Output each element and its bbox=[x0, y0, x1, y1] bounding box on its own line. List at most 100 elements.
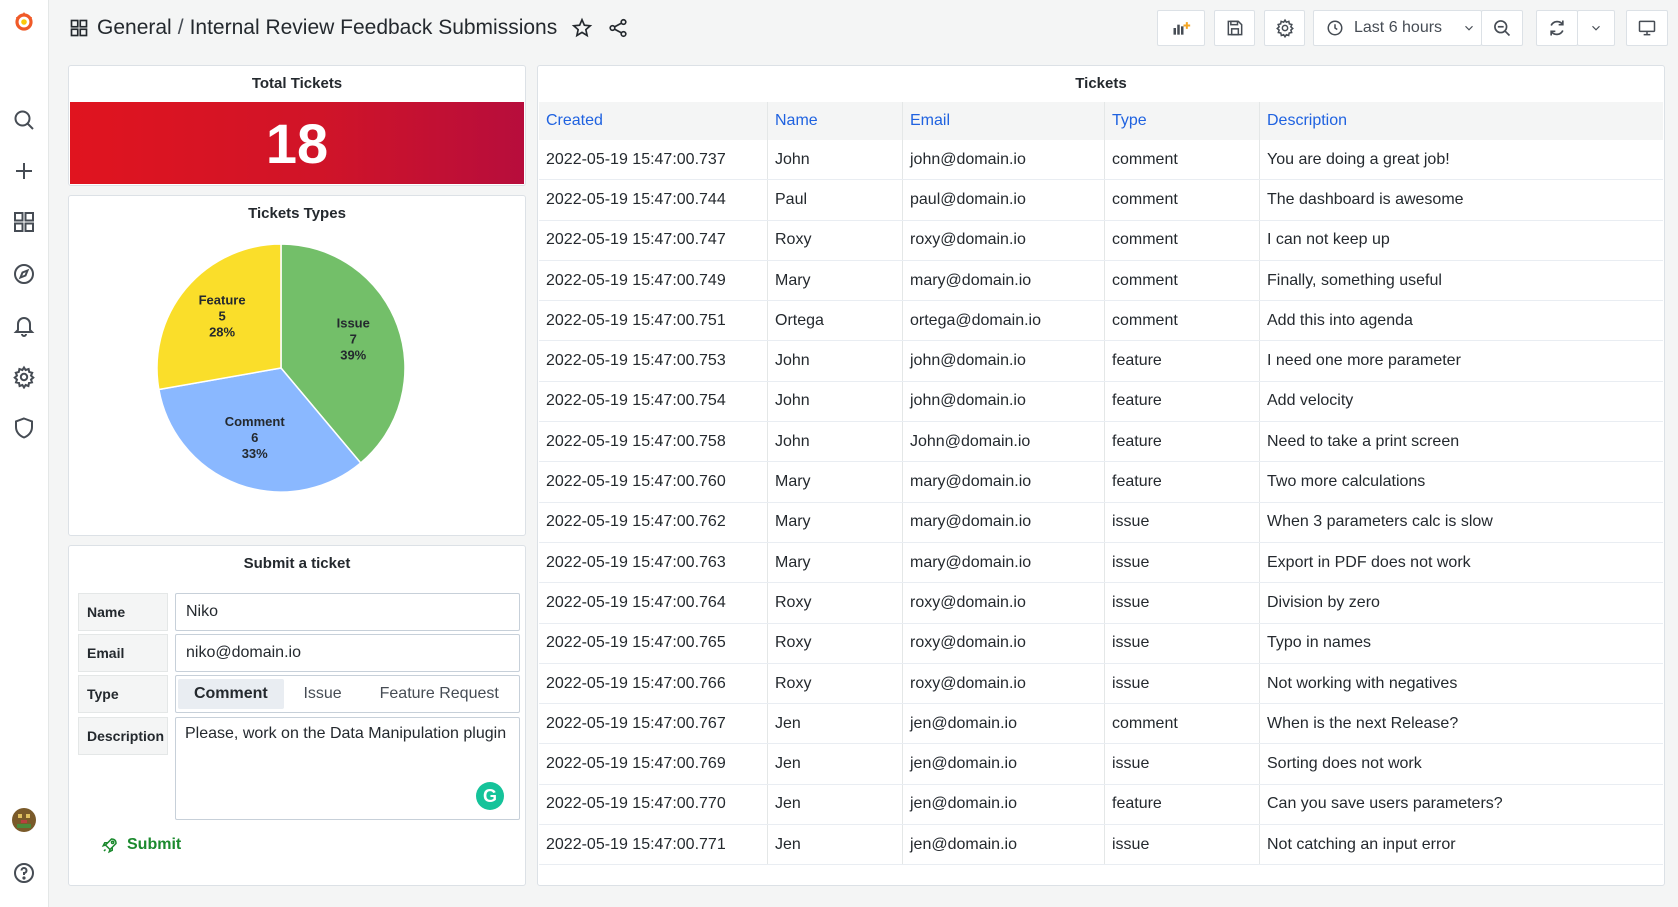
column-header-description[interactable]: Description bbox=[1260, 102, 1663, 140]
submit-button-label: Submit bbox=[127, 836, 182, 853]
column-header-email[interactable]: Email bbox=[903, 102, 1105, 140]
cell-name: Ortega bbox=[768, 301, 903, 341]
cell-name: John bbox=[768, 422, 903, 462]
cell-created: 2022-05-19 15:47:00.747 bbox=[539, 220, 768, 260]
configuration-icon[interactable] bbox=[8, 361, 40, 393]
cell-email: mary@domain.io bbox=[903, 260, 1105, 301]
total-tickets-stat: 18 bbox=[70, 102, 524, 184]
rocket-icon bbox=[101, 838, 117, 854]
cell-type: comment bbox=[1105, 301, 1260, 341]
description-textarea[interactable]: Please, work on the Data Manipulation pl… bbox=[175, 717, 520, 820]
column-header-created[interactable]: Created bbox=[539, 102, 768, 140]
cell-email: roxy@domain.io bbox=[903, 623, 1105, 663]
pie-label-feature-percent: 28% bbox=[209, 325, 235, 340]
cell-created: 2022-05-19 15:47:00.770 bbox=[539, 784, 768, 825]
top-nav-bar: General / Internal Review Feedback Submi… bbox=[49, 0, 1678, 56]
name-input[interactable] bbox=[175, 593, 520, 631]
dashboard-title[interactable]: Internal Review Feedback Submissions bbox=[190, 16, 558, 40]
cell-email: john@domain.io bbox=[903, 140, 1105, 180]
explore-icon[interactable] bbox=[8, 258, 40, 290]
help-icon[interactable] bbox=[8, 857, 40, 889]
grafana-logo-icon[interactable] bbox=[8, 6, 40, 38]
add-panel-button[interactable] bbox=[1157, 10, 1205, 46]
cell-description: Typo in names bbox=[1267, 634, 1372, 652]
add-panel-icon bbox=[1173, 22, 1191, 35]
search-icon[interactable] bbox=[8, 104, 40, 136]
cell-email: jen@domain.io bbox=[903, 784, 1105, 825]
time-range-label: Last 6 hours bbox=[1354, 19, 1443, 36]
cell-description: When 3 parameters calc is slow bbox=[1267, 513, 1493, 531]
cell-name: Mary bbox=[768, 502, 903, 542]
table-row: 2022-05-19 15:47:00.737 John john@domain.i… bbox=[539, 140, 1663, 181]
panel-title: Tickets Types bbox=[248, 205, 346, 222]
zoom-out-icon bbox=[1494, 20, 1511, 37]
share-icon[interactable] bbox=[607, 17, 629, 39]
cell-created: 2022-05-19 15:47:00.766 bbox=[539, 663, 768, 704]
table-row: 2022-05-19 15:47:00.760 Mary mary@domain.i… bbox=[539, 462, 1663, 503]
cell-type: feature bbox=[1105, 341, 1260, 381]
column-header-type[interactable]: Type bbox=[1105, 102, 1260, 140]
type-radio-group: Comment Issue Feature Request bbox=[175, 675, 520, 713]
type-option-comment[interactable]: Comment bbox=[178, 679, 284, 709]
grammarly-icon[interactable]: G bbox=[476, 782, 504, 810]
table-row: 2022-05-19 15:47:00.754 John john@domain.i… bbox=[539, 381, 1663, 423]
pie-label-comment-percent: 33% bbox=[242, 446, 268, 461]
table-row: 2022-05-19 15:47:00.771 Jen jen@domain.io i… bbox=[539, 825, 1663, 866]
cell-created: 2022-05-19 15:47:00.762 bbox=[539, 502, 768, 542]
cell-created: 2022-05-19 15:47:00.763 bbox=[539, 542, 768, 583]
tv-mode-button[interactable] bbox=[1626, 10, 1668, 46]
column-header-name[interactable]: Name bbox=[768, 102, 903, 140]
alerting-icon[interactable] bbox=[8, 309, 40, 341]
cell-email: john@domain.io bbox=[903, 381, 1105, 422]
cell-created: 2022-05-19 15:47:00.753 bbox=[539, 341, 768, 381]
submit-ticket-panel: Submit a ticket Name Email Type Comment … bbox=[68, 545, 526, 886]
user-avatar[interactable] bbox=[8, 804, 40, 836]
breadcrumb: General / Internal Review Feedback Submi… bbox=[69, 14, 629, 42]
cell-name: Jen bbox=[768, 784, 903, 825]
pie-label-feature-label: Feature bbox=[199, 293, 246, 308]
table-row: 2022-05-19 15:47:00.751 Ortega ortega@doma… bbox=[539, 301, 1663, 342]
gear-icon bbox=[1275, 18, 1294, 38]
total-tickets-panel: Total Tickets 18 bbox=[68, 65, 526, 186]
cell-description: You are doing a great job! bbox=[1267, 150, 1450, 168]
panel-title: Submit a ticket bbox=[243, 555, 351, 572]
table-row: 2022-05-19 15:47:00.762 Mary mary@domain.i… bbox=[539, 502, 1663, 543]
cell-description: When is the next Release? bbox=[1267, 714, 1459, 732]
table-row: 2022-05-19 15:47:00.767 Jen jen@domain.io c… bbox=[539, 704, 1663, 745]
type-option-feature-request[interactable]: Feature Request bbox=[361, 679, 517, 709]
cell-email: john@domain.io bbox=[903, 341, 1105, 381]
cell-description: Need to take a print screen bbox=[1267, 432, 1460, 450]
tickets-types-panel: Tickets Types Issue 7 39% Comment 6 33% Featur… bbox=[68, 195, 526, 536]
table-row: 2022-05-19 15:47:00.769 Jen jen@domain.io i… bbox=[539, 744, 1663, 785]
breadcrumb-folder[interactable]: General bbox=[97, 16, 172, 40]
cell-name: Jen bbox=[768, 744, 903, 784]
email-label: Email bbox=[78, 634, 168, 672]
cell-description: Can you save users parameters? bbox=[1267, 795, 1503, 813]
time-picker-button[interactable]: Last 6 hours bbox=[1313, 10, 1482, 46]
submit-button[interactable]: Submit bbox=[101, 832, 181, 858]
plus-icon[interactable] bbox=[8, 155, 40, 187]
save-dashboard-button[interactable] bbox=[1214, 10, 1255, 46]
refresh-button[interactable] bbox=[1536, 10, 1578, 46]
refresh-interval-dropdown[interactable] bbox=[1577, 10, 1615, 46]
email-input[interactable] bbox=[175, 634, 520, 672]
cell-name: Mary bbox=[768, 462, 903, 502]
dashboards-icon[interactable] bbox=[8, 206, 40, 238]
cell-email: roxy@domain.io bbox=[903, 220, 1105, 260]
cell-email: roxy@domain.io bbox=[903, 663, 1105, 704]
cell-name: John bbox=[768, 140, 903, 180]
dashboard-settings-button[interactable] bbox=[1264, 10, 1305, 46]
cell-type: issue bbox=[1105, 583, 1260, 623]
table-header-row: Created Name Email Type Description bbox=[539, 102, 1663, 140]
cell-description: Add velocity bbox=[1267, 392, 1354, 410]
cell-email: mary@domain.io bbox=[903, 502, 1105, 542]
cell-type: feature bbox=[1105, 381, 1260, 422]
type-option-issue[interactable]: Issue bbox=[284, 679, 362, 709]
server-admin-icon[interactable] bbox=[8, 412, 40, 444]
star-icon[interactable] bbox=[571, 17, 593, 39]
cell-created: 2022-05-19 15:47:00.749 bbox=[539, 260, 768, 301]
cell-name: John bbox=[768, 341, 903, 381]
type-row: Type Comment Issue Feature Request bbox=[78, 675, 520, 713]
save-icon bbox=[1227, 20, 1242, 36]
zoom-out-button[interactable] bbox=[1481, 10, 1523, 46]
